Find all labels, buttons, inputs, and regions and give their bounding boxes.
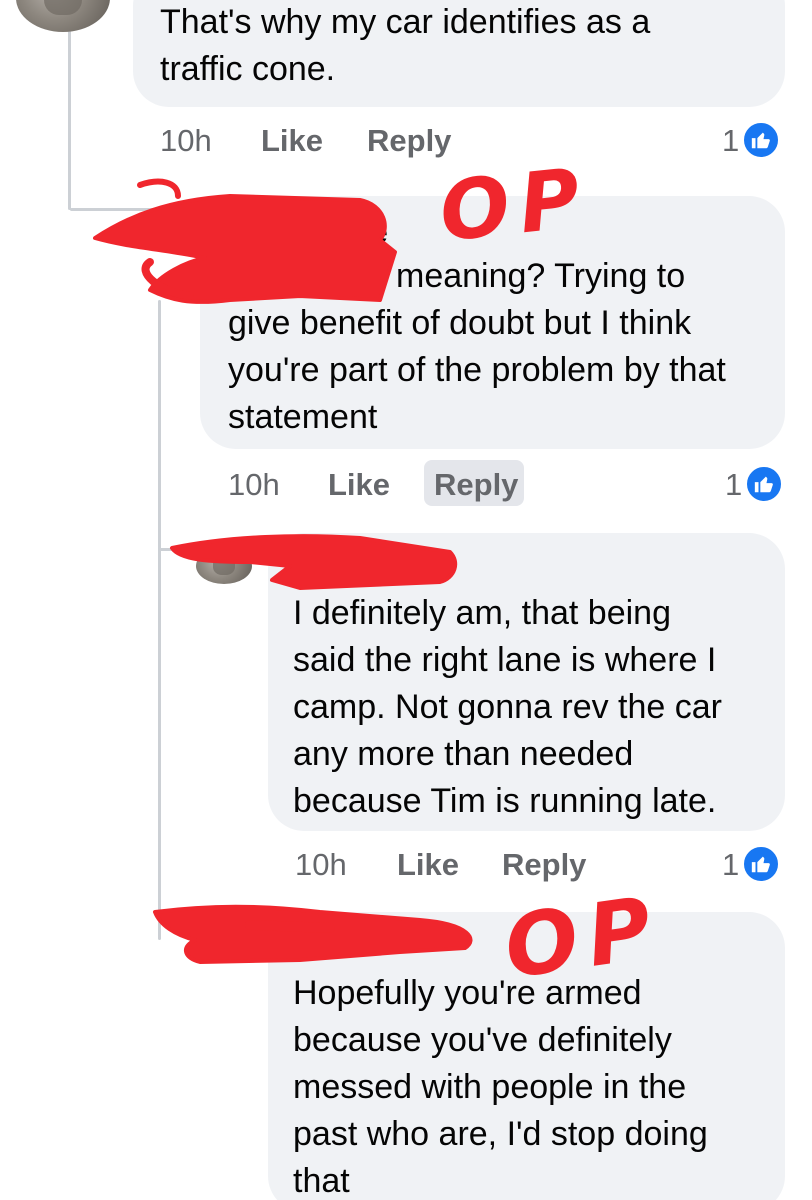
like-button[interactable]: Like: [261, 121, 323, 161]
thumbs-up-icon[interactable]: [741, 120, 781, 160]
thumbs-up-icon[interactable]: [741, 844, 781, 884]
reaction-count[interactable]: 1: [722, 845, 739, 885]
like-button[interactable]: Like: [397, 845, 459, 885]
thread-line-secondary: [158, 300, 161, 940]
comment-timestamp[interactable]: 10h: [295, 845, 347, 885]
reaction-count[interactable]: 1: [725, 465, 742, 505]
reply-button[interactable]: Reply: [367, 121, 451, 161]
comment-text: Hopefully you're armed because you've de…: [293, 974, 708, 1200]
comment-text: I definitely am, that being said the rig…: [293, 594, 723, 820]
avatar[interactable]: [16, 0, 110, 32]
comment-text: That's why my car identifies as a traffi…: [160, 3, 651, 88]
op-annotation: OP: [435, 150, 595, 261]
thumbs-up-icon[interactable]: [744, 464, 784, 504]
comment-text: meaning? Trying to give benefit of doubt…: [228, 257, 726, 436]
comment-author[interactable]: e: [370, 212, 388, 252]
reply-button[interactable]: Reply: [434, 465, 518, 505]
like-button[interactable]: Like: [328, 465, 390, 505]
comment-thread: That's why my car identifies as a traffi…: [0, 0, 812, 1200]
comment-timestamp[interactable]: 10h: [228, 465, 280, 505]
reaction-count[interactable]: 1: [722, 121, 739, 161]
reply-button[interactable]: Reply: [502, 845, 586, 885]
avatar[interactable]: [196, 548, 252, 584]
comment-timestamp[interactable]: 10h: [160, 121, 212, 161]
thread-line-branch-2: [158, 548, 198, 551]
